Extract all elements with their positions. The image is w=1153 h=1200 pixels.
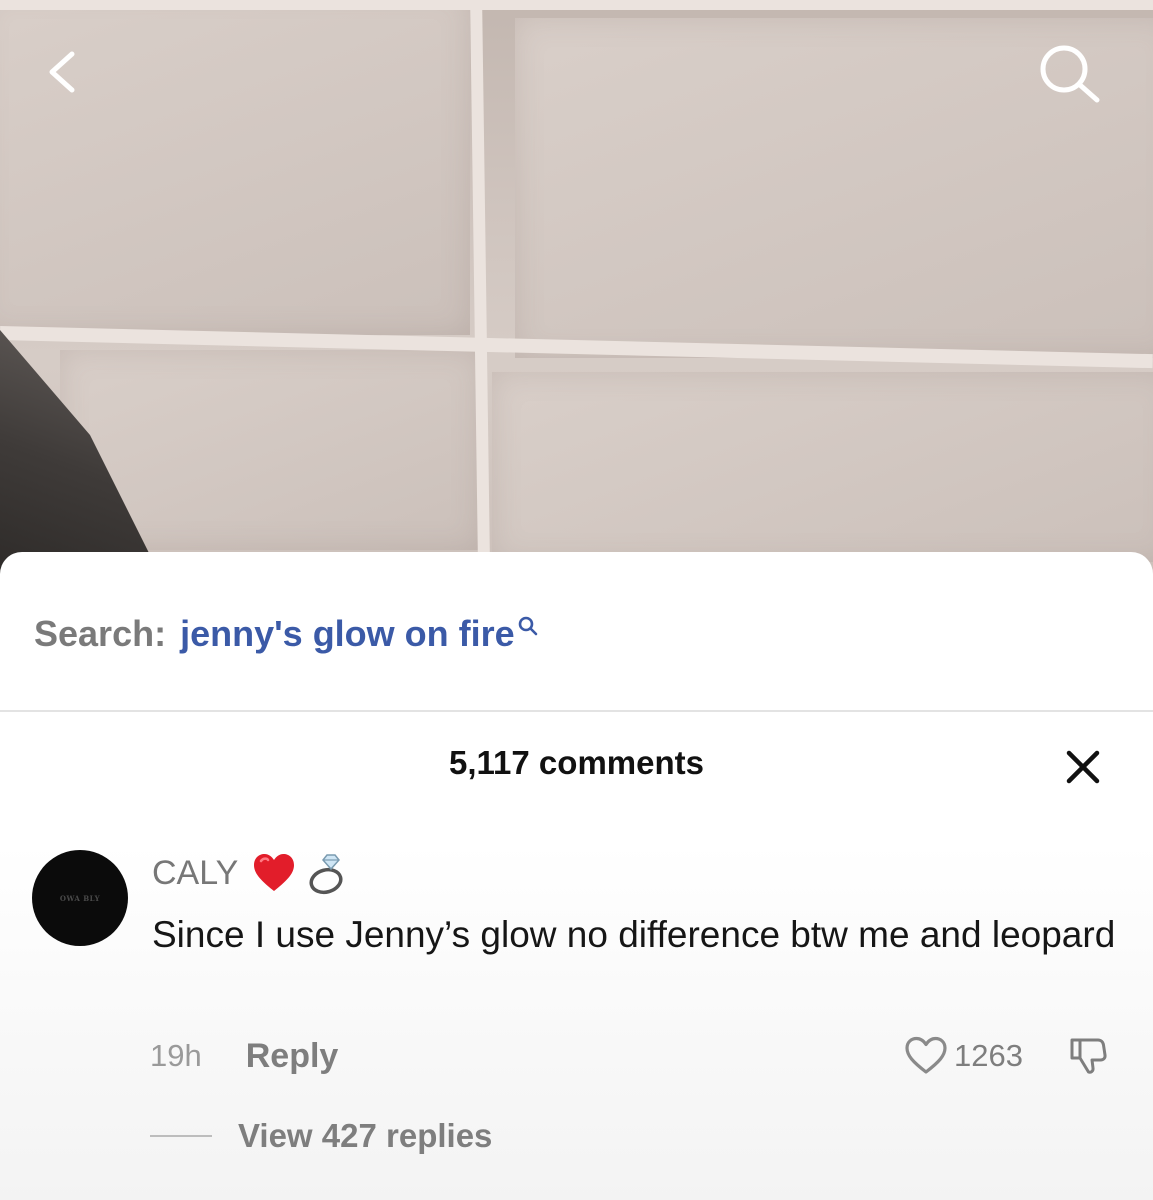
close-icon [1066,750,1100,784]
replies-divider-line [150,1135,212,1137]
search-icon [1040,45,1100,103]
username[interactable]: CALY [152,854,238,893]
like-count: 1263 [954,1038,1023,1073]
comments-count: 5,117 comments [449,744,704,781]
view-replies-label: View 427 replies [238,1117,493,1154]
comment-meta: 19h Reply [150,1036,338,1076]
red-heart-emoji [252,853,296,893]
ceiling-tile [492,372,1153,562]
ring-emoji [306,851,348,895]
close-button[interactable] [1058,742,1108,792]
comments-sheet: Search: jenny's glow on fire 5,117 comme… [0,552,1153,1200]
dislike-button[interactable] [1066,1034,1110,1078]
reply-button[interactable]: Reply [246,1037,339,1076]
small-search-icon [517,615,539,637]
search-term-link[interactable]: jenny's glow on fire [180,613,515,655]
search-label: Search: [34,613,167,654]
comment-time: 19h [150,1038,202,1073]
chevron-left-icon [49,51,75,93]
search-button[interactable] [1028,36,1112,112]
video-background[interactable] [0,0,1153,600]
avatar-text: OWA BLY [59,893,101,903]
comment-text: Since I use Jenny’s glow no difference b… [152,914,1116,955]
divider [0,710,1153,712]
comment-header: CALY [152,851,358,895]
thumbs-down-icon [1070,1038,1107,1074]
avatar[interactable]: OWA BLY [32,850,128,946]
view-replies-button[interactable]: View 427 replies [150,1116,492,1156]
back-button[interactable] [30,40,94,104]
ceiling-seam [0,0,1153,10]
search-suggestion[interactable]: Search: jenny's glow on fire [34,610,539,658]
heart-outline-icon [905,1036,947,1074]
like-button[interactable]: 1263 [904,1036,1023,1076]
